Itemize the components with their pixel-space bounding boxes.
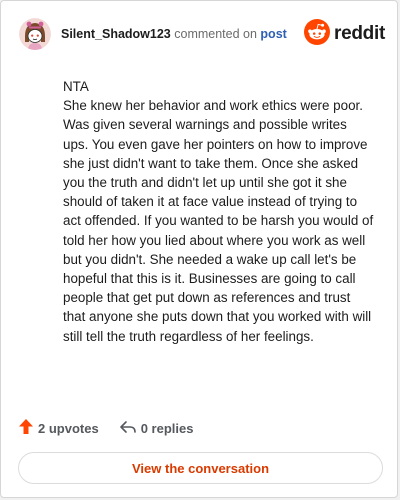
comment-actions: 2 upvotes 0 replies (18, 418, 193, 438)
reddit-logo-icon (304, 18, 331, 50)
reddit-brand[interactable]: reddit (304, 18, 385, 50)
meta-verb: commented on (174, 27, 257, 41)
comment-body: NTA She knew her behavior and work ethic… (63, 77, 375, 346)
upvote-count: 2 upvotes (38, 420, 99, 436)
upvote-button[interactable]: 2 upvotes (18, 418, 99, 438)
reply-count: 0 replies (140, 420, 194, 436)
reddit-wordmark: reddit (334, 23, 385, 44)
post-link[interactable]: post (260, 27, 286, 41)
reply-arrow-icon (119, 419, 137, 438)
comment-meta: Silent_Shadow123 commented on post (61, 27, 287, 41)
comment-paragraph: She knew her behavior and work ethics we… (63, 98, 374, 344)
snoo-avatar-icon[interactable] (19, 18, 51, 50)
username-link[interactable]: Silent_Shadow123 (61, 27, 171, 41)
upvote-arrow-icon (18, 418, 34, 438)
view-conversation-button[interactable]: View the conversation (18, 452, 383, 484)
comment-card: Silent_Shadow123 commented on post reddi… (0, 0, 398, 498)
comment-paragraph: NTA (63, 79, 89, 94)
reply-button[interactable]: 0 replies (119, 419, 194, 438)
comment-header: Silent_Shadow123 commented on post reddi… (19, 15, 385, 55)
